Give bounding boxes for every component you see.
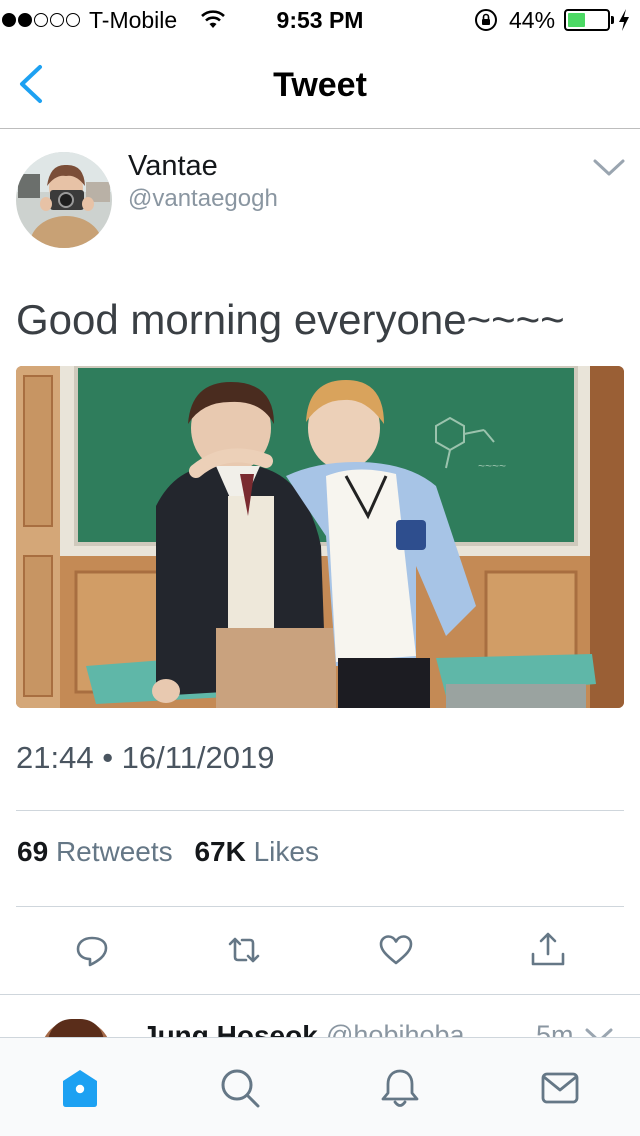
- battery-tip: [611, 16, 614, 24]
- svg-text:~~~~: ~~~~: [478, 459, 506, 473]
- reply-display-name[interactable]: Jung Hoseok: [142, 1020, 318, 1037]
- charging-bolt-icon: [619, 9, 629, 31]
- divider: [16, 906, 624, 907]
- chevron-down-icon[interactable]: [584, 1027, 614, 1037]
- likes-count[interactable]: 67K: [194, 836, 245, 867]
- battery-percent: 44%: [509, 7, 556, 33]
- display-name[interactable]: Vantae: [128, 150, 218, 183]
- reply-time: 5m: [536, 1020, 574, 1037]
- share-icon[interactable]: [528, 930, 568, 970]
- search-icon[interactable]: [218, 1066, 262, 1110]
- nav-bar: Tweet: [0, 40, 640, 129]
- tweet-timestamp: 21:44 • 16/11/2019: [16, 740, 275, 775]
- likes-label[interactable]: Likes: [254, 836, 319, 867]
- tab-bar: [0, 1037, 640, 1136]
- home-icon[interactable]: [58, 1066, 102, 1110]
- notifications-icon[interactable]: [378, 1066, 422, 1110]
- retweets-count[interactable]: 69: [17, 836, 48, 867]
- reply-icon[interactable]: [72, 930, 112, 970]
- like-icon[interactable]: [376, 930, 416, 970]
- page-title: Tweet: [273, 66, 367, 104]
- retweet-icon[interactable]: [224, 930, 264, 970]
- tweet-text: Good morning everyone~~~~: [16, 296, 565, 343]
- tweet-photo[interactable]: ~~~~: [16, 366, 624, 708]
- user-handle[interactable]: @vantaegogh: [128, 185, 278, 213]
- retweets-label[interactable]: Retweets: [56, 836, 173, 867]
- divider: [16, 810, 624, 811]
- chevron-down-icon[interactable]: [592, 158, 626, 178]
- rotation-lock-icon: [475, 9, 497, 31]
- status-bar: T-Mobile 9:53 PM 44%: [0, 0, 640, 40]
- avatar[interactable]: [16, 152, 112, 248]
- reply-avatar[interactable]: [40, 1019, 112, 1037]
- reply-item[interactable]: Jung Hoseok @hobihoba 5m: [0, 995, 640, 1037]
- messages-icon[interactable]: [538, 1066, 582, 1110]
- battery-icon: [564, 9, 610, 31]
- reply-handle[interactable]: @hobihoba: [326, 1020, 465, 1037]
- tweet-stats: 69 Retweets 67K Likes: [17, 836, 333, 868]
